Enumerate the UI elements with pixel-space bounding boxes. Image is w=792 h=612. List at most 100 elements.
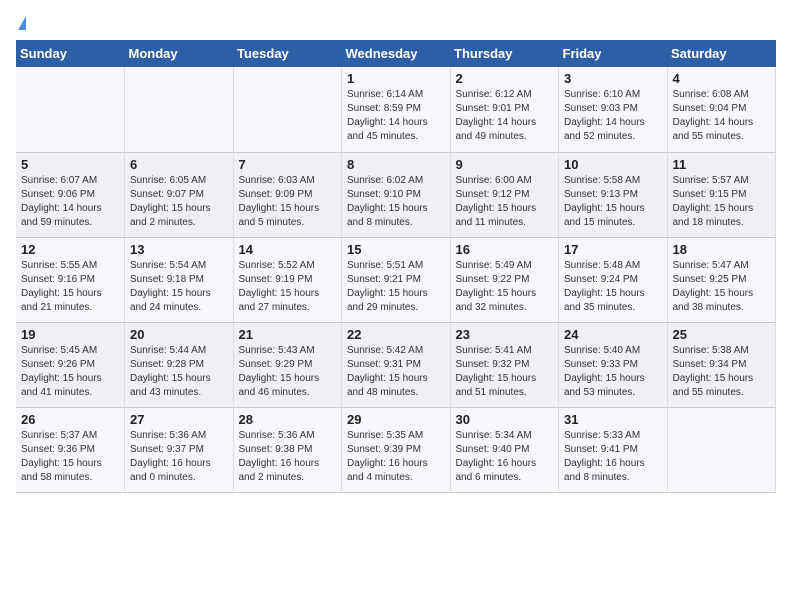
calendar-cell: 19Sunrise: 5:45 AM Sunset: 9:26 PM Dayli… [16, 322, 125, 407]
day-info: Sunrise: 5:52 AM Sunset: 9:19 PM Dayligh… [239, 259, 337, 315]
calendar-cell: 21 Sunrise: 5:43 AM Sunset: 9:29 PM Dayli… [233, 322, 342, 407]
calendar-cell: 18 Sunrise: 5:47 AM Sunset: 9:25 PM Dayli… [667, 237, 776, 322]
day-info: Sunrise: 5:42 AM Sunset: 9:31 PM Dayligh… [347, 344, 445, 400]
header-row: SundayMondayTuesdayWednesdayThursdayFrid… [16, 40, 776, 67]
day-info: Sunrise: 6:10 AM Sunset: 9:03 PM Dayligh… [564, 88, 662, 144]
day-number: 16 [456, 242, 554, 257]
calendar-cell: 29 Sunrise: 5:35 AM Sunset: 9:39 PM Dayli… [342, 407, 451, 492]
day-number: 24 [564, 327, 662, 342]
day-number: 27 [130, 412, 228, 427]
day-number: 19 [21, 327, 119, 342]
calendar-cell: 27 Sunrise: 5:36 AM Sunset: 9:37 PM Dayli… [125, 407, 234, 492]
day-info: Sunrise: 5:36 AM Sunset: 9:37 PM Dayligh… [130, 429, 228, 485]
day-number: 12 [21, 242, 119, 257]
day-number: 14 [239, 242, 337, 257]
day-info: Sunrise: 5:35 AM Sunset: 9:39 PM Dayligh… [347, 429, 445, 485]
day-header-friday: Friday [559, 40, 668, 67]
calendar-cell: 28 Sunrise: 5:36 AM Sunset: 9:38 PM Dayli… [233, 407, 342, 492]
day-number: 5 [21, 157, 119, 172]
day-info: Sunrise: 6:03 AM Sunset: 9:09 PM Dayligh… [239, 174, 337, 230]
day-number: 25 [673, 327, 771, 342]
day-info: Sunrise: 5:47 AM Sunset: 9:25 PM Dayligh… [673, 259, 771, 315]
day-number: 6 [130, 157, 228, 172]
day-header-tuesday: Tuesday [233, 40, 342, 67]
day-info: Sunrise: 6:02 AM Sunset: 9:10 PM Dayligh… [347, 174, 445, 230]
calendar-cell: 26Sunrise: 5:37 AM Sunset: 9:36 PM Dayli… [16, 407, 125, 492]
day-info: Sunrise: 5:41 AM Sunset: 9:32 PM Dayligh… [456, 344, 554, 400]
calendar-cell [125, 67, 234, 152]
day-number: 4 [673, 71, 771, 86]
day-number: 28 [239, 412, 337, 427]
calendar-cell: 13 Sunrise: 5:54 AM Sunset: 9:18 PM Dayli… [125, 237, 234, 322]
day-number: 30 [456, 412, 554, 427]
day-info: Sunrise: 6:08 AM Sunset: 9:04 PM Dayligh… [673, 88, 771, 144]
calendar-cell: 2 Sunrise: 6:12 AM Sunset: 9:01 PM Daylig… [450, 67, 559, 152]
day-info: Sunrise: 5:34 AM Sunset: 9:40 PM Dayligh… [456, 429, 554, 485]
calendar-cell: 31Sunrise: 5:33 AM Sunset: 9:41 PM Dayli… [559, 407, 668, 492]
day-number: 15 [347, 242, 445, 257]
week-row-3: 12Sunrise: 5:55 AM Sunset: 9:16 PM Dayli… [16, 237, 776, 322]
day-header-thursday: Thursday [450, 40, 559, 67]
week-row-4: 19Sunrise: 5:45 AM Sunset: 9:26 PM Dayli… [16, 322, 776, 407]
day-info: Sunrise: 5:48 AM Sunset: 9:24 PM Dayligh… [564, 259, 662, 315]
day-number: 29 [347, 412, 445, 427]
day-number: 21 [239, 327, 337, 342]
day-number: 20 [130, 327, 228, 342]
day-number: 18 [673, 242, 771, 257]
day-number: 11 [673, 157, 771, 172]
calendar-cell: 10 Sunrise: 5:58 AM Sunset: 9:13 PM Dayli… [559, 152, 668, 237]
calendar-cell [233, 67, 342, 152]
calendar-cell: 8 Sunrise: 6:02 AM Sunset: 9:10 PM Daylig… [342, 152, 451, 237]
day-number: 10 [564, 157, 662, 172]
calendar-cell [667, 407, 776, 492]
day-number: 1 [347, 71, 445, 86]
day-header-monday: Monday [125, 40, 234, 67]
day-number: 13 [130, 242, 228, 257]
calendar-cell: 20 Sunrise: 5:44 AM Sunset: 9:28 PM Dayli… [125, 322, 234, 407]
day-info: Sunrise: 5:54 AM Sunset: 9:18 PM Dayligh… [130, 259, 228, 315]
calendar-cell: 25 Sunrise: 5:38 AM Sunset: 9:34 PM Dayli… [667, 322, 776, 407]
day-number: 2 [456, 71, 554, 86]
calendar-cell: 7 Sunrise: 6:03 AM Sunset: 9:09 PM Daylig… [233, 152, 342, 237]
logo [16, 16, 26, 30]
day-header-wednesday: Wednesday [342, 40, 451, 67]
day-info: Sunrise: 6:12 AM Sunset: 9:01 PM Dayligh… [456, 88, 554, 144]
calendar-cell: 23 Sunrise: 5:41 AM Sunset: 9:32 PM Dayli… [450, 322, 559, 407]
day-header-sunday: Sunday [16, 40, 125, 67]
day-info: Sunrise: 6:14 AM Sunset: 8:59 PM Dayligh… [347, 88, 445, 144]
calendar-cell: 17Sunrise: 5:48 AM Sunset: 9:24 PM Dayli… [559, 237, 668, 322]
day-header-saturday: Saturday [667, 40, 776, 67]
calendar-cell: 14 Sunrise: 5:52 AM Sunset: 9:19 PM Dayli… [233, 237, 342, 322]
day-number: 7 [239, 157, 337, 172]
day-info: Sunrise: 6:05 AM Sunset: 9:07 PM Dayligh… [130, 174, 228, 230]
day-info: Sunrise: 5:40 AM Sunset: 9:33 PM Dayligh… [564, 344, 662, 400]
day-info: Sunrise: 5:37 AM Sunset: 9:36 PM Dayligh… [21, 429, 119, 485]
calendar-cell: 11 Sunrise: 5:57 AM Sunset: 9:15 PM Dayli… [667, 152, 776, 237]
page-header [16, 16, 776, 30]
day-info: Sunrise: 5:49 AM Sunset: 9:22 PM Dayligh… [456, 259, 554, 315]
day-info: Sunrise: 5:43 AM Sunset: 9:29 PM Dayligh… [239, 344, 337, 400]
week-row-2: 5 Sunrise: 6:07 AM Sunset: 9:06 PM Daylig… [16, 152, 776, 237]
calendar-cell: 1 Sunrise: 6:14 AM Sunset: 8:59 PM Daylig… [342, 67, 451, 152]
day-info: Sunrise: 5:44 AM Sunset: 9:28 PM Dayligh… [130, 344, 228, 400]
day-info: Sunrise: 5:57 AM Sunset: 9:15 PM Dayligh… [673, 174, 771, 230]
day-info: Sunrise: 6:00 AM Sunset: 9:12 PM Dayligh… [456, 174, 554, 230]
day-info: Sunrise: 5:36 AM Sunset: 9:38 PM Dayligh… [239, 429, 337, 485]
calendar-cell: 16 Sunrise: 5:49 AM Sunset: 9:22 PM Dayli… [450, 237, 559, 322]
day-number: 8 [347, 157, 445, 172]
logo-triangle-icon [18, 16, 26, 30]
day-info: Sunrise: 5:58 AM Sunset: 9:13 PM Dayligh… [564, 174, 662, 230]
calendar-cell: 5 Sunrise: 6:07 AM Sunset: 9:06 PM Daylig… [16, 152, 125, 237]
day-number: 3 [564, 71, 662, 86]
calendar-cell: 15Sunrise: 5:51 AM Sunset: 9:21 PM Dayli… [342, 237, 451, 322]
day-number: 23 [456, 327, 554, 342]
day-info: Sunrise: 5:38 AM Sunset: 9:34 PM Dayligh… [673, 344, 771, 400]
calendar-cell: 3 Sunrise: 6:10 AM Sunset: 9:03 PM Daylig… [559, 67, 668, 152]
calendar-table: SundayMondayTuesdayWednesdayThursdayFrid… [16, 40, 776, 493]
day-info: Sunrise: 6:07 AM Sunset: 9:06 PM Dayligh… [21, 174, 119, 230]
calendar-cell: 6 Sunrise: 6:05 AM Sunset: 9:07 PM Daylig… [125, 152, 234, 237]
day-number: 22 [347, 327, 445, 342]
calendar-cell: 9Sunrise: 6:00 AM Sunset: 9:12 PM Daylig… [450, 152, 559, 237]
calendar-cell: 30 Sunrise: 5:34 AM Sunset: 9:40 PM Dayli… [450, 407, 559, 492]
calendar-cell: 4 Sunrise: 6:08 AM Sunset: 9:04 PM Daylig… [667, 67, 776, 152]
